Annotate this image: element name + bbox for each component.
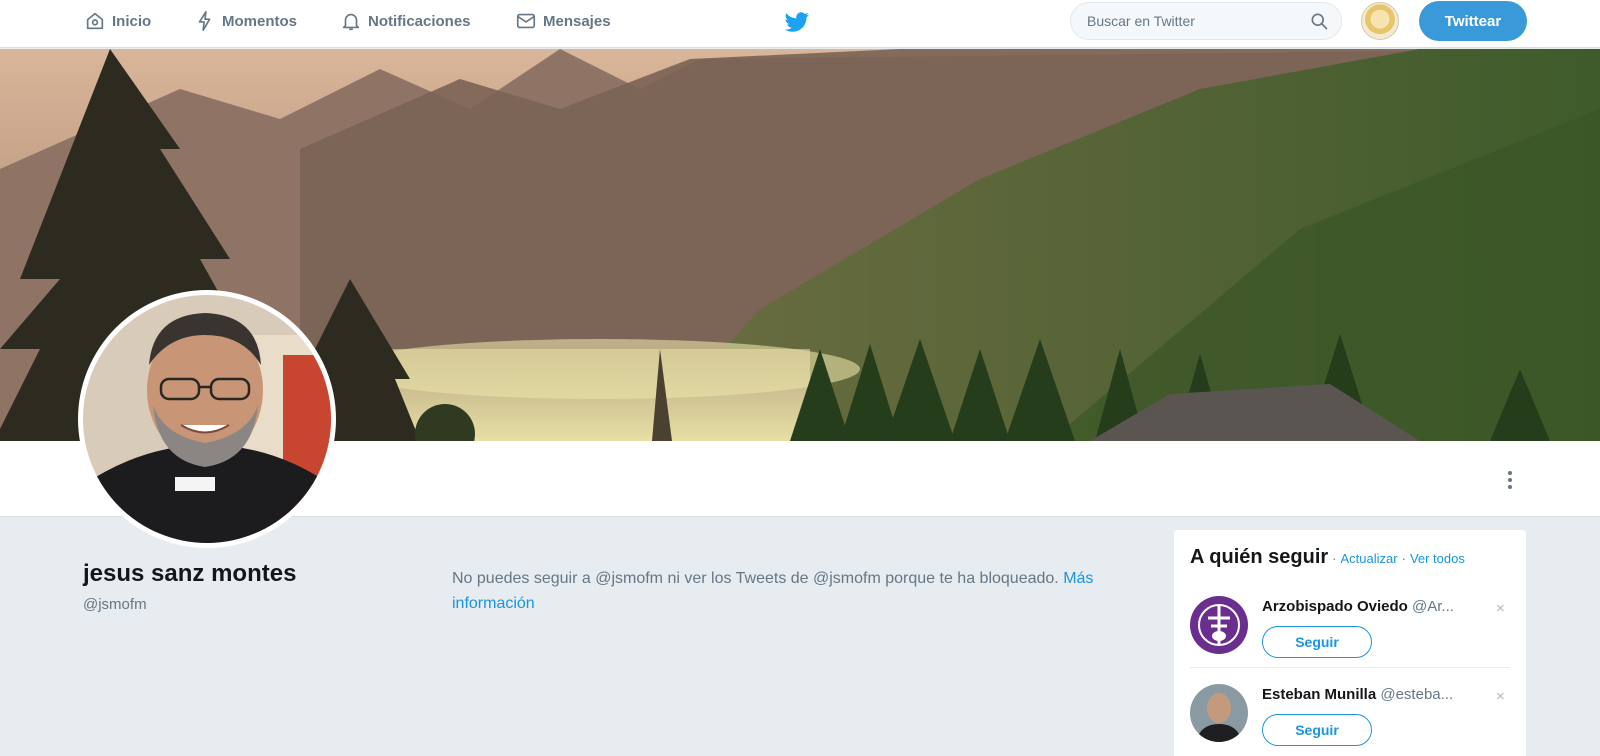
profile-screen-name: @jsmofm [83, 596, 147, 613]
separator: · [1332, 551, 1337, 566]
suggestion-item: Esteban Munilla @esteba... × Seguir [1190, 684, 1510, 756]
who-to-follow-title: A quién seguir [1190, 546, 1329, 568]
user-avatar[interactable] [1361, 2, 1399, 40]
blocked-message: No puedes seguir a @jsmofm ni ver los Tw… [452, 566, 1152, 616]
search-input[interactable] [1087, 13, 1309, 29]
divider [1190, 667, 1510, 668]
mail-icon [516, 13, 536, 29]
nav-home-label: Inicio [112, 12, 152, 30]
blocked-message-text: No puedes seguir a @jsmofm ni ver los Tw… [452, 570, 1059, 587]
home-icon [86, 12, 104, 30]
who-to-follow-panel: A quién seguir · Actualizar · Ver todos … [1174, 530, 1526, 756]
suggestion-avatar[interactable] [1190, 596, 1248, 654]
separator: · [1401, 551, 1406, 566]
view-all-link[interactable]: Ver todos [1410, 551, 1465, 566]
refresh-link[interactable]: Actualizar [1341, 551, 1398, 566]
nav-messages[interactable]: Mensajes [515, 8, 611, 34]
nav-home[interactable]: Inicio [84, 8, 151, 34]
tweet-button[interactable]: Twittear [1419, 1, 1527, 41]
nav-notifications[interactable]: Notificaciones [340, 8, 471, 34]
suggestion-name[interactable]: Arzobispado Oviedo @Ar... [1262, 598, 1492, 615]
follow-button[interactable]: Seguir [1262, 714, 1372, 746]
nav-messages-label: Mensajes [543, 12, 611, 30]
twitter-bird-icon[interactable] [784, 10, 810, 34]
bell-icon [342, 13, 360, 31]
search-box [1070, 2, 1342, 40]
nav-moments-label: Momentos [222, 12, 297, 30]
suggestion-name[interactable]: Esteban Munilla @esteba... [1262, 686, 1492, 703]
who-to-follow-header: A quién seguir · Actualizar · Ver todos [1190, 546, 1465, 569]
dismiss-icon[interactable]: × [1496, 688, 1505, 705]
profile-display-name: jesus sanz montes [83, 560, 297, 587]
search-icon[interactable] [1309, 11, 1329, 31]
lightning-icon [198, 11, 211, 31]
nav-notifications-label: Notificaciones [368, 12, 471, 30]
more-options-icon[interactable] [1501, 468, 1519, 492]
suggestion-avatar[interactable] [1190, 684, 1248, 742]
nav-moments[interactable]: Momentos [194, 8, 297, 34]
top-nav: Inicio Momentos Notificaciones Mensajes … [0, 0, 1600, 48]
follow-button[interactable]: Seguir [1262, 626, 1372, 658]
dismiss-icon[interactable]: × [1496, 600, 1505, 617]
profile-avatar[interactable] [78, 290, 336, 548]
